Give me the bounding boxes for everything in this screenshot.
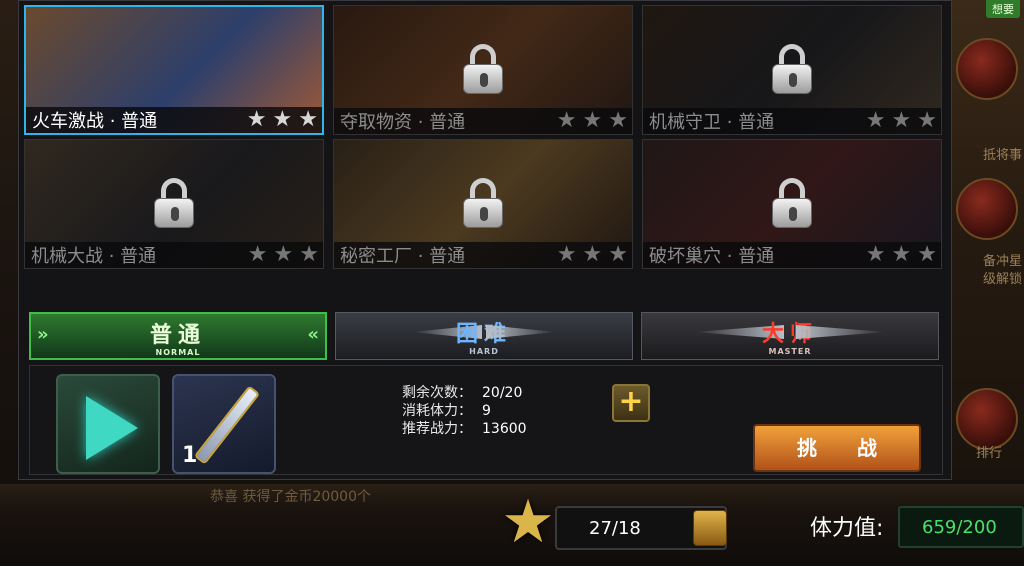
stage-card-2[interactable]: 夺取物资 · 普通 ★ ★ ★	[333, 5, 633, 135]
power-value: 13600	[482, 421, 527, 437]
star-rank-icon[interactable]: ★	[500, 492, 556, 552]
reward-slot-1[interactable]	[56, 374, 160, 474]
stage-stars: ★ ★ ★	[865, 242, 937, 267]
stage-stars: ★ ★ ★	[556, 242, 628, 267]
tab-label: 困难	[455, 322, 512, 347]
stage-select-modal: 火车激战 · 普通 ★ ★ ★ 夺取物资 · 普通 ★ ★ ★ 机械守卫 · 普…	[18, 0, 952, 480]
star-icon: ★	[556, 242, 577, 267]
star-icon: ★	[299, 242, 319, 267]
recommended-power-row: 推荐战力： 13600	[402, 420, 527, 438]
lock-icon	[772, 44, 812, 96]
star-count: 27/18	[589, 518, 641, 539]
stage-stars: ★ ★ ★	[865, 108, 937, 133]
stage-stars: ★ ★ ★	[556, 108, 628, 133]
lock-icon	[463, 178, 503, 230]
star-icon: ★	[891, 108, 912, 133]
star-icon: ★	[891, 242, 912, 267]
stamina-cost-row: 消耗体力： 9	[402, 402, 527, 420]
stamina-box: 659/200	[898, 506, 1024, 548]
star-icon: ★	[917, 108, 937, 133]
challenge-button[interactable]: 挑战	[753, 424, 921, 472]
add-attempts-button[interactable]: +	[612, 384, 650, 422]
lock-icon	[463, 44, 503, 96]
star-icon: ★	[247, 242, 268, 267]
side-text-4: 排行	[975, 446, 1002, 461]
remaining-attempts-row: 剩余次数： 20/20	[402, 384, 527, 402]
star-icon: ★	[608, 108, 628, 133]
star-icon: ★	[556, 108, 577, 133]
star-icon: ★	[246, 107, 267, 132]
stage-card-5[interactable]: 秘密工厂 · 普通 ★ ★ ★	[333, 139, 633, 269]
side-bubble-1[interactable]	[956, 38, 1018, 100]
side-tag[interactable]: 想要	[986, 0, 1020, 18]
stage-name: 秘密工厂 · 普通	[340, 246, 466, 267]
cost-label: 消耗体力：	[402, 403, 472, 419]
tab-hard[interactable]: 困难 HARD	[335, 312, 633, 360]
crystal-gem-icon	[86, 396, 138, 460]
star-icon: ★	[273, 242, 294, 267]
side-text-1: 抵将事	[982, 148, 1022, 163]
stage-name: 破坏巢穴 · 普通	[649, 246, 775, 267]
tab-sublabel: MASTER	[768, 347, 812, 356]
tab-sublabel: NORMAL	[155, 348, 201, 357]
scrolling-notice: 恭喜 获得了金币20000个	[210, 489, 371, 505]
remaining-label: 剩余次数：	[402, 385, 472, 401]
stage-name: 夺取物资 · 普通	[340, 112, 466, 133]
tab-label: 普通	[149, 323, 206, 348]
star-icon: ★	[298, 107, 318, 132]
stage-stars: ★ ★ ★	[247, 242, 319, 267]
power-label: 推荐战力：	[402, 421, 472, 437]
lock-icon	[154, 178, 194, 230]
stage-stats: 剩余次数： 20/20 消耗体力： 9 推荐战力： 13600	[402, 384, 527, 438]
stage-name: 机械守卫 · 普通	[649, 112, 775, 133]
stage-card-1[interactable]: 火车激战 · 普通 ★ ★ ★	[24, 5, 324, 135]
side-text-2: 备冲星	[982, 254, 1022, 269]
stamina-label: 体力值:	[810, 516, 884, 541]
stage-name: 火车激战 · 普通	[32, 111, 158, 132]
tab-normal[interactable]: » 普通 NORMAL «	[29, 312, 327, 360]
sword-icon	[196, 388, 258, 462]
stage-info-panel: 1 剩余次数： 20/20 消耗体力： 9 推荐战力： 13600 + 挑战	[29, 365, 943, 475]
stage-card-3[interactable]: 机械守卫 · 普通 ★ ★ ★	[642, 5, 942, 135]
tab-master[interactable]: 大师 MASTER	[641, 312, 939, 360]
stamina-value: 659/200	[922, 517, 997, 538]
star-icon: ★	[865, 242, 886, 267]
stage-stars: ★ ★ ★	[246, 107, 318, 132]
reward-count: 1	[182, 443, 198, 468]
tab-sublabel: HARD	[469, 347, 499, 356]
lock-icon	[772, 178, 812, 230]
side-text-3: 级解锁	[982, 272, 1022, 287]
star-icon: ★	[582, 242, 603, 267]
cost-value: 9	[482, 403, 491, 419]
difficulty-tabs: » 普通 NORMAL « 困难 HARD 大师 MASTER	[29, 312, 943, 362]
stage-card-4[interactable]: 机械大战 · 普通 ★ ★ ★	[24, 139, 324, 269]
stage-card-6[interactable]: 破坏巢穴 · 普通 ★ ★ ★	[642, 139, 942, 269]
star-icon: ★	[272, 107, 293, 132]
star-icon: ★	[865, 108, 886, 133]
remaining-value: 20/20	[482, 385, 523, 401]
star-progress-box: 27/18	[555, 506, 727, 550]
stage-grid: 火车激战 · 普通 ★ ★ ★ 夺取物资 · 普通 ★ ★ ★ 机械守卫 · 普…	[24, 5, 948, 273]
tab-label: 大师	[761, 322, 818, 347]
side-bubble-3[interactable]	[956, 388, 1018, 450]
reward-slot-2[interactable]: 1	[172, 374, 276, 474]
treasure-chest-icon[interactable]	[693, 510, 727, 546]
star-icon: ★	[608, 242, 628, 267]
star-icon: ★	[917, 242, 937, 267]
star-icon: ★	[582, 108, 603, 133]
stage-name: 机械大战 · 普通	[31, 246, 157, 267]
side-bubble-2[interactable]	[956, 178, 1018, 240]
side-menu-background: 想要 抵将事 备冲星 级解锁 排行	[944, 0, 1024, 480]
chevron-left-icon: «	[307, 324, 319, 345]
